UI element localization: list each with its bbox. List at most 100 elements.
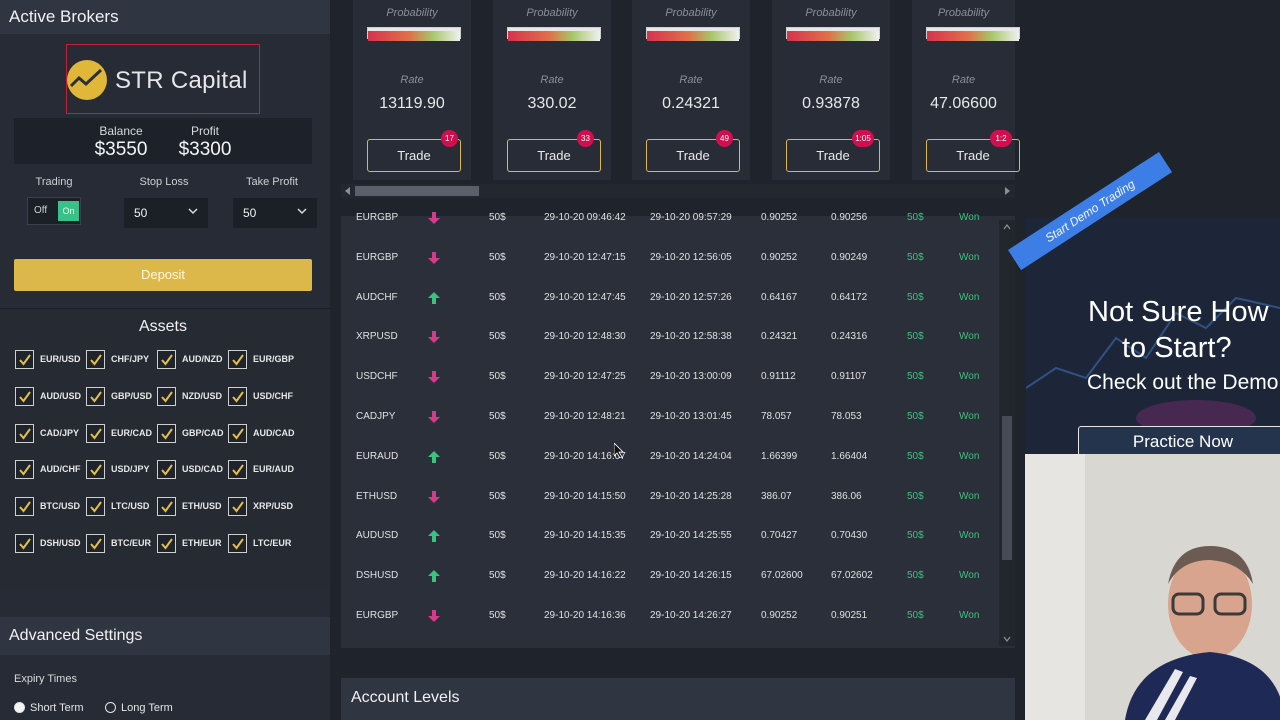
table-row[interactable]: EURGBP 50$ 29-10-20 12:47:15 29-10-20 12:56… xyxy=(341,238,996,278)
probability-bar xyxy=(507,27,601,41)
pair-cell: EURGBP xyxy=(356,610,399,621)
checkbox-checked-icon[interactable] xyxy=(157,460,176,480)
probability-gradient-icon xyxy=(787,31,879,41)
cards-horizontal-scrollbar[interactable] xyxy=(341,184,1015,198)
table-row[interactable]: DSHUSD 50$ 29-10-20 14:16:22 29-10-20 14:26… xyxy=(341,556,996,596)
table-row[interactable]: ETHUSD 50$ 29-10-20 14:15:50 29-10-20 14:25… xyxy=(341,477,996,517)
open-time-cell: 29-10-20 14:16:36 xyxy=(544,610,626,621)
table-row[interactable]: CADJPY 50$ 29-10-20 12:48:21 29-10-20 13:01… xyxy=(341,397,996,437)
deposit-button[interactable]: Deposit xyxy=(14,259,312,291)
table-row[interactable]: USDCHF 50$ 29-10-20 12:47:25 29-10-20 13:00… xyxy=(341,357,996,397)
table-row[interactable]: AUDUSD 50$ 29-10-20 14:15:35 29-10-20 14:25… xyxy=(341,516,996,556)
checkbox-checked-icon[interactable] xyxy=(86,460,105,480)
table-row[interactable]: AUDCHF 50$ 29-10-20 12:47:45 29-10-20 12:57… xyxy=(341,278,996,318)
close-rate-cell: 1.66404 xyxy=(831,450,868,462)
chevron-down-icon xyxy=(297,208,307,215)
close-rate-cell: 386.06 xyxy=(831,490,862,502)
close-rate-cell: 0.90251 xyxy=(831,610,868,621)
result-cell: Won xyxy=(959,371,980,383)
open-rate-cell: 0.91112 xyxy=(761,371,796,383)
table-row[interactable]: EURAUD 50$ 29-10-20 14:16:07 29-10-20 14:24… xyxy=(341,437,996,477)
asset-label: ETH/USD xyxy=(182,501,222,512)
close-time-cell: 29-10-20 13:00:09 xyxy=(650,371,732,383)
account-levels-header[interactable]: Account Levels xyxy=(341,678,1015,720)
payout-cell: 50$ xyxy=(907,371,924,383)
scroll-left-icon[interactable] xyxy=(344,187,352,195)
checkbox-checked-icon[interactable] xyxy=(15,386,34,406)
checkbox-checked-icon[interactable] xyxy=(86,497,105,517)
close-time-cell: 29-10-20 12:57:26 xyxy=(650,291,732,303)
presenter-video-icon xyxy=(1025,454,1280,720)
open-time-cell: 29-10-20 14:15:35 xyxy=(544,530,626,542)
table-row[interactable]: EURGBP 50$ 29-10-20 14:16:36 29-10-20 14:26… xyxy=(341,596,996,636)
checkbox-checked-icon[interactable] xyxy=(228,460,247,480)
checkbox-checked-icon[interactable] xyxy=(15,460,34,480)
practice-now-button[interactable]: Practice Now xyxy=(1078,426,1280,456)
rate-label: Rate xyxy=(400,74,424,86)
checkbox-checked-icon[interactable] xyxy=(15,534,34,553)
checkbox-checked-icon[interactable] xyxy=(86,423,105,443)
pair-cell: AUDCHF xyxy=(356,291,398,303)
arrow-down-icon xyxy=(427,490,441,509)
checkbox-checked-icon[interactable] xyxy=(157,423,176,443)
take-profit-select[interactable]: 50 xyxy=(233,198,317,228)
rate-value: 0.93878 xyxy=(802,95,860,112)
checkbox-checked-icon[interactable] xyxy=(228,350,247,369)
vertical-scroll-thumb[interactable] xyxy=(1002,416,1012,560)
checkbox-checked-icon[interactable] xyxy=(15,497,34,517)
balance-profit-box: Balance $3550 Profit $3300 xyxy=(14,118,312,164)
arrow-down-icon xyxy=(427,211,441,230)
trade-history-table: EURGBP 50$ 29-10-20 09:46:42 29-10-20 09:57… xyxy=(341,212,1015,648)
advanced-settings-header[interactable]: Advanced Settings xyxy=(0,617,330,655)
payout-cell: 50$ xyxy=(907,450,924,462)
checkbox-checked-icon[interactable] xyxy=(86,386,105,406)
probability-gradient-icon xyxy=(647,31,739,41)
profit-label: Profit xyxy=(190,124,219,138)
checkbox-checked-icon[interactable] xyxy=(157,534,176,553)
horizontal-scroll-thumb[interactable] xyxy=(355,186,479,196)
table-row[interactable]: EURGBP 50$ 29-10-20 09:46:42 29-10-20 09:57… xyxy=(341,198,996,238)
scroll-up-icon[interactable] xyxy=(1003,224,1011,230)
rate-value: 13119.90 xyxy=(379,95,445,112)
probability-gradient-icon xyxy=(927,31,1019,41)
pair-cell: XRPUSD xyxy=(356,331,398,343)
scroll-right-icon[interactable] xyxy=(1003,187,1011,195)
promo-heading-line2: to Start? xyxy=(1122,332,1232,364)
checkbox-checked-icon[interactable] xyxy=(157,386,176,406)
open-rate-cell: 0.64167 xyxy=(761,291,798,303)
arrow-up-icon xyxy=(427,569,441,588)
long-term-label: Long Term xyxy=(121,702,173,714)
checkbox-checked-icon[interactable] xyxy=(228,423,247,443)
broker-logo[interactable]: STR Capital xyxy=(66,44,260,114)
close-rate-cell: 0.64172 xyxy=(831,291,868,303)
checkbox-checked-icon[interactable] xyxy=(228,497,247,517)
asset-card: Probability Rate 330.02 Trade 33 xyxy=(493,0,611,180)
checkbox-checked-icon[interactable] xyxy=(228,386,247,406)
close-time-cell: 29-10-20 14:26:15 xyxy=(650,570,732,582)
open-rate-cell: 0.70427 xyxy=(761,530,798,542)
asset-label: LTC/EUR xyxy=(253,538,292,548)
stop-loss-label: Stop Loss xyxy=(139,176,189,188)
result-cell: Won xyxy=(959,450,980,462)
asset-label: AUD/USD xyxy=(40,390,82,401)
result-cell: Won xyxy=(959,570,980,582)
account-levels-title: Account Levels xyxy=(351,689,460,706)
trading-toggle[interactable]: Off On xyxy=(27,197,81,225)
table-vertical-scrollbar[interactable] xyxy=(999,220,1015,646)
scroll-down-icon[interactable] xyxy=(1003,636,1011,642)
payout-cell: 50$ xyxy=(907,570,924,582)
amount-cell: 50$ xyxy=(489,530,506,542)
checkbox-checked-icon[interactable] xyxy=(86,534,105,553)
checkbox-checked-icon[interactable] xyxy=(157,350,176,369)
probability-bar xyxy=(926,27,1020,41)
checkbox-checked-icon[interactable] xyxy=(15,350,34,369)
stop-loss-select[interactable]: 50 xyxy=(124,198,208,228)
pair-cell: EURGBP xyxy=(356,251,399,263)
radio-unselected-icon xyxy=(105,702,116,713)
checkbox-checked-icon[interactable] xyxy=(228,534,247,553)
table-row[interactable]: XRPUSD 50$ 29-10-20 12:48:30 29-10-20 12:58… xyxy=(341,317,996,357)
checkbox-checked-icon[interactable] xyxy=(15,423,34,443)
checkbox-checked-icon[interactable] xyxy=(86,350,105,369)
checkbox-checked-icon[interactable] xyxy=(157,497,176,517)
payout-cell: 50$ xyxy=(907,251,924,263)
